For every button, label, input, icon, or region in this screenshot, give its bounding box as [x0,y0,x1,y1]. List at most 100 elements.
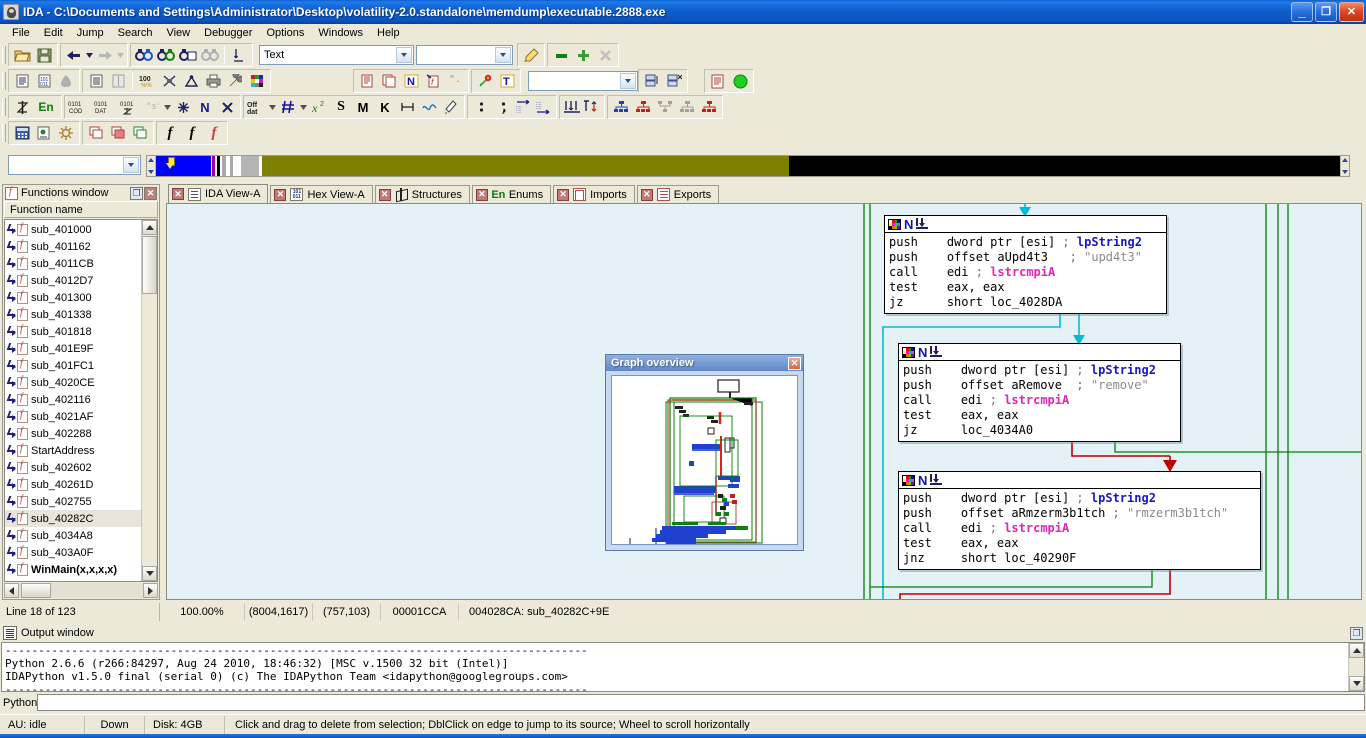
toolbar-grip[interactable] [2,124,6,142]
disasm-line[interactable]: jz loc_4034A0 [903,423,1176,438]
list-item[interactable]: sub_402116 [5,391,141,408]
disasm-line[interactable]: push offset aRmzerm3b1tch ; "rmzerm3b1tc… [903,506,1256,521]
manual-operand-icon[interactable]: x2 [308,96,330,118]
create-function-icon[interactable]: f [159,122,181,144]
forward-arrow-icon[interactable] [94,44,116,66]
list-item[interactable]: sub_401818 [5,323,141,340]
scroll-up-button[interactable] [1349,643,1364,658]
calculator-icon[interactable] [11,122,33,144]
navigation-combo[interactable] [8,155,141,175]
insert-line-before-icon[interactable]: :::::::: [514,96,534,118]
percent-100-icon[interactable]: 100%% [136,70,158,92]
tab-enums[interactable]: ✕ En Enums [471,185,552,203]
disasm-line[interactable]: jz short loc_4028DA [889,295,1162,310]
restore-button[interactable]: ❐ [1315,2,1337,22]
graph-node[interactable]: Npush dword ptr [esi] ; lpString2 push of… [884,215,1167,314]
list-item[interactable]: sub_401E9F [5,340,141,357]
proximity-view-icon[interactable] [55,70,77,92]
make-const-icon[interactable]: K [374,96,396,118]
scroll-down-button[interactable] [1349,676,1364,691]
enum-tool-icon[interactable]: En [33,96,59,118]
minimize-button[interactable]: _ [1291,2,1313,22]
list-item[interactable]: sub_40282C [5,510,141,527]
list-item[interactable]: sub_401338 [5,306,141,323]
tab-imports[interactable]: ✕ Imports [553,185,635,203]
xref-to-gray-icon[interactable] [676,96,698,118]
open-file-icon[interactable] [11,44,33,66]
disasm-line[interactable]: test eax, eax [903,536,1256,551]
xref-from-gray-icon[interactable] [654,96,676,118]
nav-scroll-right[interactable] [1340,156,1349,176]
toolbar-grip[interactable] [2,72,6,90]
undefine-icon[interactable] [172,96,194,118]
nav-band-canvas[interactable] [156,156,1340,176]
chevron-down-icon[interactable] [123,157,139,173]
menu-file[interactable]: File [5,26,37,40]
plugins-icon[interactable] [55,122,77,144]
graph-node[interactable]: Npush dword ptr [esi] ; lpString2 push of… [898,471,1261,570]
tab-close-icon[interactable]: ✕ [274,188,287,201]
tab-hex-view-a[interactable]: ✕ 101 011 Hex View-A [270,185,373,203]
search-binoculars-green-icon[interactable] [155,44,177,66]
nav-segment-olive-region[interactable] [262,156,789,176]
python-input-field[interactable] [37,694,1365,711]
ida-graph-view[interactable]: Npush dword ptr [esi] ; lpString2 push of… [166,203,1362,600]
tab-close-icon[interactable]: ✕ [475,188,488,201]
tab-close-icon[interactable]: ✕ [557,188,570,201]
graph-node-header[interactable]: N [885,216,1166,233]
tab-ida-view-a[interactable]: ✕ IDA View-A [168,184,269,203]
scrollbar-thumb[interactable] [142,236,157,294]
menu-view[interactable]: View [159,26,197,40]
function-window-icon[interactable]: f [422,70,444,92]
scroll-down-button[interactable] [142,566,157,581]
segment-delete-icon[interactable] [663,70,685,92]
struct-byte-icon[interactable]: 0101 [119,96,141,118]
call-graph-icon[interactable] [180,70,202,92]
number-format-icon[interactable] [277,96,299,118]
arrange-windows-icon[interactable] [129,122,151,144]
rename-node-icon[interactable]: N [918,474,927,487]
navigation-band[interactable] [146,155,1350,177]
color-palette-icon[interactable] [902,474,915,486]
menu-windows[interactable]: Windows [311,26,370,40]
type-library-icon[interactable]: T [496,70,518,92]
disasm-line[interactable]: test eax, eax [889,280,1162,295]
array-icon[interactable] [396,96,418,118]
close-button[interactable]: ✕ [1339,2,1364,22]
script-file-icon[interactable] [33,122,55,144]
jump-address-combo[interactable] [528,71,638,91]
menu-search[interactable]: Search [111,26,160,40]
hscroll-track[interactable] [19,583,143,598]
edit-comment-icon[interactable] [440,96,462,118]
menu-options[interactable]: Options [259,26,311,40]
scroll-up-button[interactable] [142,220,157,235]
functions-list[interactable]: sub_401000 sub_401162 sub_4011CB sub_4012D7… [5,220,141,581]
chevron-down-icon[interactable] [620,73,636,89]
run-debugger-icon[interactable] [729,70,751,92]
string-style-icon[interactable]: S [330,96,352,118]
graph-overview-canvas[interactable] [611,375,798,545]
copy-struct-icon[interactable] [378,70,400,92]
forward-dropdown-icon[interactable] [116,44,125,66]
disasm-line[interactable]: push dword ptr [esi] ; lpString2 [903,363,1176,378]
color-palette-icon[interactable] [246,70,268,92]
search-text-combo[interactable]: Text [259,45,414,65]
functions-restore-button[interactable]: ❐ [130,186,143,200]
disasm-line[interactable]: call edi ; lstrcmpiA [903,521,1256,536]
back-dropdown-icon[interactable] [85,44,94,66]
cascade-windows-icon[interactable] [85,122,107,144]
wrench-icon[interactable] [224,70,246,92]
menu-jump[interactable]: Jump [70,26,111,40]
hex-view-icon[interactable]: 101 011 [33,70,55,92]
tile-windows-icon[interactable] [107,122,129,144]
save-file-icon[interactable] [33,44,55,66]
graph-canvas[interactable]: Npush dword ptr [esi] ; lpString2 push of… [167,204,1361,599]
edit-function-icon[interactable]: f [181,122,203,144]
nav-segment-blue-region[interactable] [156,156,211,176]
menu-debugger[interactable]: Debugger [197,26,259,40]
graph-node-header[interactable]: N [899,472,1260,489]
list-item[interactable]: sub_4020CE [5,374,141,391]
struct-tool-icon[interactable] [11,96,33,118]
strings-window-icon[interactable]: "..." [444,70,466,92]
list-item[interactable]: sub_401FC1 [5,357,141,374]
